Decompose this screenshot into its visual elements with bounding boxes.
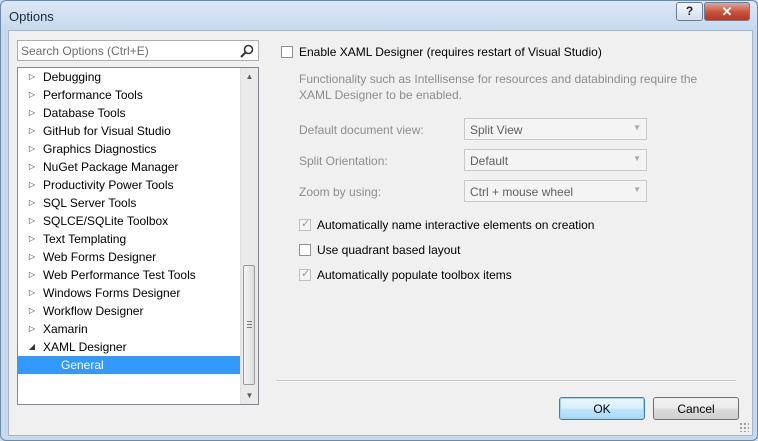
tree-item-label: Xamarin xyxy=(43,322,88,336)
tree-item-label: General xyxy=(61,358,104,372)
tree-item-label: XAML Designer xyxy=(43,340,127,354)
close-icon: ✕ xyxy=(721,4,733,19)
default-view-select[interactable]: Split View ▼ xyxy=(464,118,647,140)
tree-item-label: Web Performance Test Tools xyxy=(43,268,196,282)
populate-toolbox-label[interactable]: Automatically populate toolbox items xyxy=(317,268,512,282)
tree-item-label: Performance Tools xyxy=(43,88,143,102)
tree-item[interactable]: General xyxy=(18,356,240,374)
help-button[interactable]: ? xyxy=(676,2,703,21)
zoom-label: Zoom by using: xyxy=(299,185,382,199)
tree-item[interactable]: ▷ SQL Server Tools xyxy=(18,194,240,212)
tree-item[interactable]: ◢ XAML Designer xyxy=(18,338,240,356)
split-orientation-label: Split Orientation: xyxy=(299,154,388,168)
enable-xaml-designer-checkbox[interactable] xyxy=(281,46,293,58)
scroll-grip-icon xyxy=(247,321,252,328)
tree-item-label: SQLCE/SQLite Toolbox xyxy=(43,214,169,228)
dialog-client-area: ▷ Debugging ▷ Performance Tools ▷ Database To… xyxy=(8,30,753,436)
chevron-down-icon: ▼ xyxy=(633,123,641,132)
tree-list: ▷ Debugging ▷ Performance Tools ▷ Database To… xyxy=(18,68,240,374)
dialog-frame: Options ? ✕ ▷ Debugging ▷ Performance Tools… xyxy=(0,0,758,441)
tree-item[interactable]: ▷ Productivity Power Tools xyxy=(18,176,240,194)
tree-item-label: Windows Forms Designer xyxy=(43,286,181,300)
collapsed-arrow-icon[interactable]: ▷ xyxy=(27,302,37,320)
tree-item[interactable]: ▷ Windows Forms Designer xyxy=(18,284,240,302)
scroll-up-icon[interactable]: ▲ xyxy=(241,68,258,85)
tree-item[interactable]: ▷ Graphics Diagnostics xyxy=(18,140,240,158)
tree-item[interactable]: ▷ Workflow Designer xyxy=(18,302,240,320)
tree-item[interactable]: ▷ Web Performance Test Tools xyxy=(18,266,240,284)
quadrant-layout-label[interactable]: Use quadrant based layout xyxy=(317,243,460,257)
options-tree: ▷ Debugging ▷ Performance Tools ▷ Database To… xyxy=(17,67,259,405)
expanded-arrow-icon[interactable]: ◢ xyxy=(27,338,37,356)
scroll-thumb[interactable] xyxy=(243,265,255,385)
tree-item-label: Workflow Designer xyxy=(43,304,144,318)
tree-item[interactable]: ▷ Text Templating xyxy=(18,230,240,248)
tree-item-label: SQL Server Tools xyxy=(43,196,137,210)
designer-description: Functionality such as Intellisense for r… xyxy=(299,72,698,102)
tree-item-label: Web Forms Designer xyxy=(43,250,157,264)
tree-item[interactable]: ▷ Xamarin xyxy=(18,320,240,338)
tree-item-label: Graphics Diagnostics xyxy=(43,142,157,156)
tree-item-label: GitHub for Visual Studio xyxy=(43,124,171,138)
scroll-down-icon[interactable]: ▼ xyxy=(241,387,258,404)
help-icon: ? xyxy=(685,4,694,18)
quadrant-layout-checkbox[interactable] xyxy=(299,244,311,256)
collapsed-arrow-icon[interactable]: ▷ xyxy=(27,140,37,158)
close-button[interactable]: ✕ xyxy=(704,2,750,21)
search-input[interactable] xyxy=(21,42,233,59)
window-title: Options xyxy=(9,9,54,24)
tree-item[interactable]: ▷ NuGet Package Manager xyxy=(18,158,240,176)
default-view-value: Split View xyxy=(470,123,523,137)
chevron-down-icon: ▼ xyxy=(633,154,641,163)
tree-item[interactable]: ▷ Performance Tools xyxy=(18,86,240,104)
chevron-down-icon: ▼ xyxy=(633,185,641,194)
collapsed-arrow-icon[interactable]: ▷ xyxy=(27,230,37,248)
resize-grip-icon[interactable] xyxy=(739,422,749,432)
collapsed-arrow-icon[interactable]: ▷ xyxy=(27,320,37,338)
auto-name-label[interactable]: Automatically name interactive elements … xyxy=(317,218,594,232)
settings-pane: Enable XAML Designer (requires restart o… xyxy=(276,31,746,391)
tree-item-label: NuGet Package Manager xyxy=(43,160,179,174)
tree-item[interactable]: ▷ Web Forms Designer xyxy=(18,248,240,266)
collapsed-arrow-icon[interactable]: ▷ xyxy=(27,284,37,302)
search-box xyxy=(17,40,259,61)
search-icon[interactable] xyxy=(239,43,255,59)
split-orientation-select[interactable]: Default ▼ xyxy=(464,149,647,171)
tree-item-label: Database Tools xyxy=(43,106,126,120)
cancel-button[interactable]: Cancel xyxy=(653,397,739,420)
ok-button[interactable]: OK xyxy=(559,397,645,420)
collapsed-arrow-icon[interactable]: ▷ xyxy=(27,248,37,266)
collapsed-arrow-icon[interactable]: ▷ xyxy=(27,212,37,230)
collapsed-arrow-icon[interactable]: ▷ xyxy=(27,194,37,212)
tree-item[interactable]: ▷ Database Tools xyxy=(18,104,240,122)
zoom-value: Ctrl + mouse wheel xyxy=(470,185,574,199)
collapsed-arrow-icon[interactable]: ▷ xyxy=(27,86,37,104)
tree-item[interactable]: ▷ GitHub for Visual Studio xyxy=(18,122,240,140)
collapsed-arrow-icon[interactable]: ▷ xyxy=(27,266,37,284)
title-bar: Options ? ✕ xyxy=(1,1,758,31)
populate-toolbox-checkbox[interactable] xyxy=(299,267,311,281)
enable-xaml-designer-label[interactable]: Enable XAML Designer (requires restart o… xyxy=(299,45,602,59)
tree-scrollbar[interactable]: ▲ ▼ xyxy=(240,68,258,404)
tree-item[interactable]: ▷ SQLCE/SQLite Toolbox xyxy=(18,212,240,230)
zoom-select[interactable]: Ctrl + mouse wheel ▼ xyxy=(464,180,647,202)
tree-item-label: Text Templating xyxy=(43,232,127,246)
collapsed-arrow-icon[interactable]: ▷ xyxy=(27,158,37,176)
collapsed-arrow-icon[interactable]: ▷ xyxy=(27,104,37,122)
collapsed-arrow-icon[interactable]: ▷ xyxy=(27,176,37,194)
default-view-label: Default document view: xyxy=(299,123,424,137)
tree-item-label: Productivity Power Tools xyxy=(43,178,174,192)
collapsed-arrow-icon[interactable]: ▷ xyxy=(27,122,37,140)
collapsed-arrow-icon[interactable]: ▷ xyxy=(27,68,37,86)
split-orientation-value: Default xyxy=(470,154,509,168)
tree-item[interactable]: ▷ Debugging xyxy=(18,68,240,86)
button-divider xyxy=(276,380,736,382)
tree-item-label: Debugging xyxy=(43,70,102,84)
auto-name-checkbox[interactable] xyxy=(299,217,311,231)
